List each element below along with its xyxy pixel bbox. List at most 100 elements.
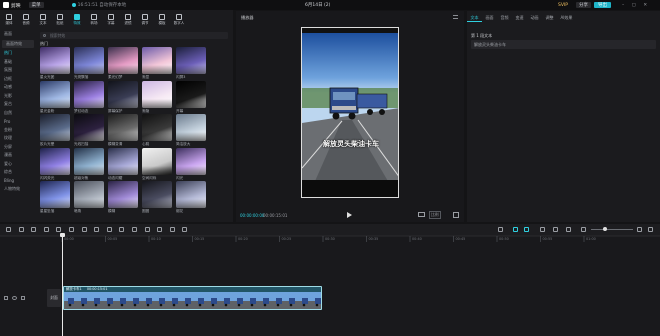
menu-button[interactable]: 菜单: [28, 2, 44, 8]
effect-thumbnail[interactable]: [108, 114, 138, 141]
text-input[interactable]: 解放灵头柴油卡车: [471, 40, 656, 49]
search-field[interactable]: 搜索特效: [40, 32, 228, 39]
tab-0[interactable]: 文本: [467, 13, 482, 22]
category-item[interactable]: 画面特效: [2, 39, 34, 48]
app-name: 剪映: [11, 3, 21, 9]
effect-thumbnail[interactable]: [176, 147, 206, 175]
tool-filter[interactable]: 滤镜: [121, 11, 135, 29]
ratio-button[interactable]: 比例: [429, 211, 441, 219]
category-item[interactable]: 复古: [0, 100, 36, 109]
effect-thumbnail[interactable]: [40, 80, 70, 108]
tool-label: 媒体: [5, 21, 13, 25]
tab-1[interactable]: 画面: [482, 13, 497, 22]
category-item[interactable]: Bling: [0, 177, 36, 186]
category-item[interactable]: 动感: [0, 83, 36, 92]
fit-icon[interactable]: [418, 212, 425, 217]
window-controls[interactable]: – ▢ ✕: [622, 3, 650, 8]
track-audio-icon[interactable]: [21, 296, 25, 300]
effect-thumbnail[interactable]: [142, 80, 172, 108]
tab-4[interactable]: 动画: [527, 13, 542, 22]
effect-thumbnail[interactable]: [108, 80, 138, 108]
category-item[interactable]: 画面: [0, 30, 36, 39]
category-item[interactable]: 金粉: [0, 126, 36, 135]
effect-thumbnail[interactable]: [74, 147, 104, 175]
play-button[interactable]: [347, 212, 352, 218]
effect-thumbnail[interactable]: [176, 114, 206, 141]
effect-thumbnail[interactable]: [108, 147, 138, 175]
app-logo-icon: [3, 2, 9, 8]
tool-audio[interactable]: 音频: [19, 11, 33, 29]
player-panel: 播放器 解放灵头柴油卡车 00:00:00:00 00:00:15:01 比例: [236, 11, 464, 222]
tool-media[interactable]: 媒体: [2, 11, 16, 29]
effect-thumbnail[interactable]: [74, 114, 104, 141]
svip-badge[interactable]: SVIP: [558, 3, 568, 8]
category-item[interactable]: 自然: [0, 109, 36, 118]
effect-label: 烟花: [176, 209, 184, 213]
category-item[interactable]: 基础: [0, 58, 36, 67]
tool-effects[interactable]: 特效: [70, 11, 84, 29]
effect-thumbnail[interactable]: [176, 181, 206, 208]
clip-duration: 00:00:15:01: [86, 287, 108, 291]
effect-thumbnail[interactable]: [176, 47, 206, 74]
audio-icon: [23, 14, 29, 20]
tool-avatar[interactable]: 数字人: [172, 11, 186, 29]
tool-transition[interactable]: 转场: [87, 11, 101, 29]
category-item[interactable]: 热门: [0, 49, 36, 58]
category-item[interactable]: 人物特效: [0, 185, 36, 194]
effect-thumbnail[interactable]: [74, 181, 104, 208]
effect-thumbnail[interactable]: [142, 181, 172, 208]
category-item[interactable]: 边框: [0, 75, 36, 84]
playhead-handle[interactable]: [60, 233, 65, 237]
share-button[interactable]: 分享: [576, 2, 591, 8]
effect-label: 空间闪烁: [142, 175, 157, 180]
category-item[interactable]: 综合: [0, 168, 36, 177]
effect-thumbnail[interactable]: [74, 47, 104, 74]
category-item[interactable]: 漫画: [0, 151, 36, 160]
sticker-icon: [57, 14, 63, 20]
category-item[interactable]: 纹理: [0, 134, 36, 143]
tab-3[interactable]: 变速: [512, 13, 527, 22]
thumbnail-shade: [74, 98, 104, 108]
tab-2[interactable]: 音频: [497, 13, 512, 22]
category-item[interactable]: Pro: [0, 117, 36, 126]
project-title[interactable]: 6月14日 (2): [305, 2, 330, 8]
effect-thumbnail[interactable]: [142, 47, 172, 74]
tool-subtitle[interactable]: 字幕: [104, 11, 118, 29]
effect-thumbnail[interactable]: [40, 147, 70, 175]
effect-thumbnail[interactable]: [108, 181, 138, 208]
tool-text[interactable]: 文本: [36, 11, 50, 29]
tab-6[interactable]: AI效果: [557, 13, 576, 22]
track-visibility-icon[interactable]: [12, 296, 17, 300]
playhead[interactable]: [60, 233, 65, 336]
fullscreen-icon[interactable]: [453, 212, 459, 218]
tab-5[interactable]: 调整: [542, 13, 557, 22]
search-icon: [43, 34, 46, 37]
ruler-label: 00:00: [64, 237, 74, 241]
effect-thumbnail[interactable]: [176, 80, 206, 108]
effect-thumbnail[interactable]: [74, 80, 104, 108]
player-menu-icon[interactable]: [453, 15, 458, 19]
video-frame[interactable]: 解放灵头柴油卡车: [301, 27, 399, 198]
clip-frame: [90, 292, 103, 309]
video-preview: [302, 28, 398, 197]
video-caption[interactable]: 解放灵头柴油卡车: [302, 139, 398, 149]
category-item[interactable]: 爱心: [0, 160, 36, 169]
search-placeholder: 搜索特效: [50, 33, 66, 38]
category-item[interactable]: 光影: [0, 92, 36, 101]
category-item[interactable]: 氛围: [0, 66, 36, 75]
effect-thumbnail[interactable]: [40, 114, 70, 141]
effect-thumbnail[interactable]: [108, 47, 138, 74]
current-time: 00:00:00:00: [240, 213, 265, 218]
tool-adjust[interactable]: 调节: [138, 11, 152, 29]
export-button[interactable]: 导出: [594, 2, 611, 8]
effect-thumbnail[interactable]: [40, 47, 70, 74]
effect-thumbnail[interactable]: [40, 181, 70, 208]
category-item[interactable]: 分屏: [0, 143, 36, 152]
track-lock-icon[interactable]: [4, 296, 8, 300]
cover-button[interactable]: 封面: [47, 289, 61, 307]
video-clip[interactable]: 解放卡车1 00:00:15:01: [63, 286, 322, 310]
tool-template[interactable]: 模板: [155, 11, 169, 29]
tool-sticker[interactable]: 贴纸: [53, 11, 67, 29]
effect-thumbnail[interactable]: [142, 114, 172, 141]
effect-thumbnail[interactable]: [142, 147, 172, 175]
